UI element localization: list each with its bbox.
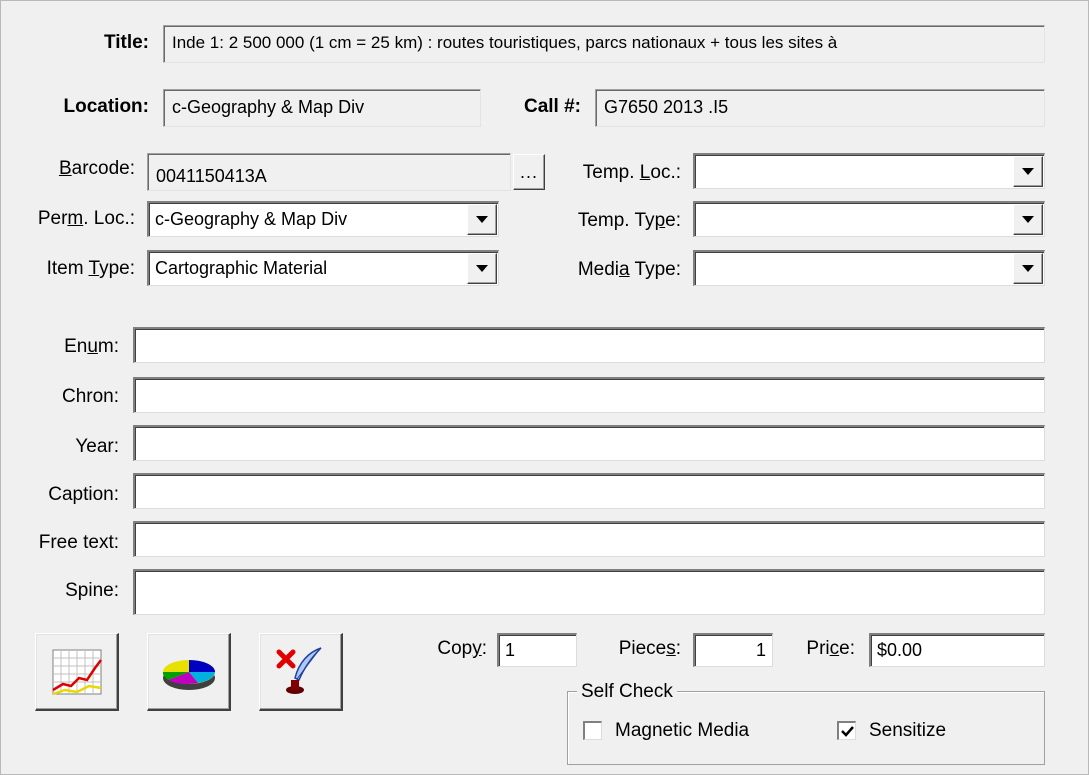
- item-type-select[interactable]: Cartographic Material: [147, 250, 499, 286]
- pieces-label: Pieces:: [618, 638, 681, 659]
- delete-quill-icon: [276, 646, 322, 694]
- line-chart-icon: [51, 649, 102, 695]
- item-type-value: Cartographic Material: [155, 258, 328, 278]
- temp-type-select[interactable]: [693, 201, 1045, 237]
- temp-type-value: [701, 203, 1008, 236]
- location-field[interactable]: c-Geography & Map Div: [163, 89, 481, 127]
- chevron-down-icon[interactable]: [1013, 204, 1043, 235]
- item-type-label: Item Type:: [46, 258, 135, 279]
- free-text-label: Free text:: [38, 532, 119, 553]
- chart-button[interactable]: [35, 633, 119, 711]
- temp-loc-label: Temp. Loc.:: [582, 162, 681, 183]
- title-label: Title:: [103, 32, 149, 53]
- chevron-down-icon[interactable]: [467, 253, 497, 284]
- media-type-select[interactable]: [693, 250, 1045, 286]
- sensitize-label: Sensitize: [869, 720, 947, 741]
- call-number-field[interactable]: G7650 2013 .I5: [595, 89, 1045, 127]
- perm-loc-value: c-Geography & Map Div: [155, 209, 348, 229]
- pieces-input[interactable]: 1: [693, 633, 773, 667]
- price-input[interactable]: $0.00: [869, 633, 1045, 667]
- temp-loc-value: [701, 155, 1008, 188]
- location-label: Location:: [63, 96, 150, 117]
- copy-label: Copy:: [437, 638, 487, 659]
- chevron-down-icon[interactable]: [467, 204, 497, 235]
- perm-loc-select[interactable]: c-Geography & Map Div: [147, 201, 499, 237]
- temp-loc-select[interactable]: [693, 153, 1045, 189]
- delete-button[interactable]: [259, 633, 343, 711]
- barcode-label: Barcode:: [58, 158, 135, 179]
- year-label: Year:: [75, 436, 119, 457]
- spine-label: Spine:: [65, 580, 119, 601]
- pie-chart-icon: [162, 659, 215, 690]
- caption-label: Caption:: [48, 484, 119, 505]
- item-record-window: Title: Inde 1: 2 500 000 (1 cm = 25 km) …: [0, 0, 1089, 775]
- checkmark-icon: [840, 725, 854, 737]
- media-type-label: Media Type:: [577, 259, 681, 280]
- title-field[interactable]: Inde 1: 2 500 000 (1 cm = 25 km) : route…: [163, 25, 1045, 63]
- chevron-down-icon[interactable]: [1013, 253, 1043, 284]
- copy-input[interactable]: 1: [497, 633, 577, 667]
- self-check-title: Self Check: [577, 681, 677, 703]
- barcode-field[interactable]: 0041150413A: [147, 153, 511, 191]
- chron-input[interactable]: [133, 377, 1045, 413]
- enum-label: Enum:: [64, 336, 119, 357]
- year-input[interactable]: [133, 425, 1045, 461]
- temp-type-label: Temp. Type:: [577, 210, 681, 231]
- caption-input[interactable]: [133, 473, 1045, 509]
- pie-chart-button[interactable]: [147, 633, 231, 711]
- chevron-down-icon[interactable]: [1013, 156, 1043, 187]
- enum-input[interactable]: [133, 327, 1045, 363]
- spine-input[interactable]: [133, 569, 1045, 615]
- free-text-input[interactable]: [133, 521, 1045, 557]
- perm-loc-label: Perm. Loc.:: [37, 208, 135, 229]
- sensitize-checkbox[interactable]: [837, 721, 856, 740]
- media-type-value: [701, 252, 1008, 285]
- price-label: Price:: [806, 638, 855, 659]
- magnetic-media-checkbox[interactable]: [583, 721, 602, 740]
- magnetic-media-label: Magnetic Media: [615, 720, 750, 741]
- chron-label: Chron:: [61, 386, 119, 407]
- call-number-label: Call #:: [523, 96, 581, 117]
